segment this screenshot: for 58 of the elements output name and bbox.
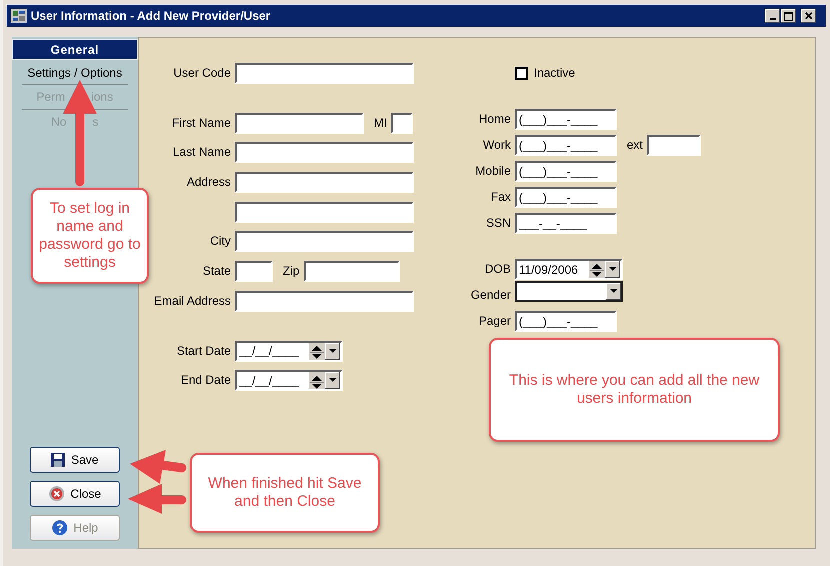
close-icon (804, 12, 812, 20)
minimize-button[interactable] (765, 9, 780, 23)
app-icon (11, 9, 27, 23)
sidebar-button[interactable]: Save (30, 447, 120, 473)
callout-note: This is where you can add all the new users information (489, 338, 780, 442)
field-label: Address (186, 174, 231, 192)
callout-note: When finished hit Save and then Close (190, 453, 380, 533)
field-label: Gender (470, 287, 511, 304)
close-button[interactable] (801, 9, 816, 23)
field-label: End Date (180, 372, 231, 390)
text-field[interactable] (235, 231, 414, 252)
sidebar-tab[interactable]: Settings / Options (12, 61, 138, 84)
sidebar-button[interactable]: Close (30, 481, 120, 507)
annotation-arrow (128, 484, 186, 514)
text-field[interactable] (647, 135, 702, 156)
help-icon (52, 520, 68, 536)
field-label: Home (478, 111, 511, 128)
text-field[interactable]: (___)___-____ (515, 109, 617, 130)
field-label: State (202, 263, 231, 280)
checkbox[interactable] (515, 67, 528, 80)
text-field[interactable] (235, 172, 414, 194)
text-field[interactable] (235, 63, 414, 84)
maximize-button[interactable] (781, 9, 796, 23)
field-label: User Code (172, 65, 231, 82)
text-field[interactable] (235, 202, 414, 223)
text-field[interactable]: (___)___-____ (515, 161, 617, 182)
text-field[interactable] (235, 261, 273, 282)
field-label: ext (627, 137, 644, 154)
text-field[interactable] (235, 112, 364, 134)
text-field[interactable]: (___)___-____ (515, 311, 617, 332)
text-field[interactable] (304, 261, 400, 282)
text-field[interactable]: (___)___-____ (515, 187, 617, 208)
callout-note: To set log in name and password go to settings (31, 188, 149, 284)
close-icon (48, 486, 65, 502)
field-label: Fax (490, 189, 511, 206)
field-label: Last Name (172, 144, 231, 162)
field-label: Start Date (176, 342, 231, 360)
field-label: Pager (478, 313, 511, 330)
checkbox-label: Inactive (534, 65, 576, 82)
text-field[interactable]: ___-__-____ (515, 213, 617, 234)
field-label: Email Address (153, 292, 231, 310)
text-field[interactable] (235, 290, 414, 312)
field-label: Mobile (474, 163, 511, 180)
select-field[interactable] (515, 281, 623, 302)
field-label: Work (482, 137, 511, 154)
field-label: Zip (283, 263, 300, 280)
field-label: SSN (485, 215, 511, 232)
text-field[interactable] (235, 142, 414, 164)
maximize-icon (784, 12, 793, 20)
window-title: User Information - Add New Provider/User (31, 8, 271, 25)
text-field[interactable] (391, 112, 414, 134)
text-field[interactable]: (___)___-____ (515, 135, 617, 156)
annotation-arrow (130, 450, 186, 484)
field-label: First Name (171, 114, 231, 132)
field-label: City (209, 233, 231, 250)
field-label: DOB (484, 261, 511, 278)
sidebar-tab[interactable]: General (12, 39, 138, 60)
field-label: MI (374, 114, 388, 132)
